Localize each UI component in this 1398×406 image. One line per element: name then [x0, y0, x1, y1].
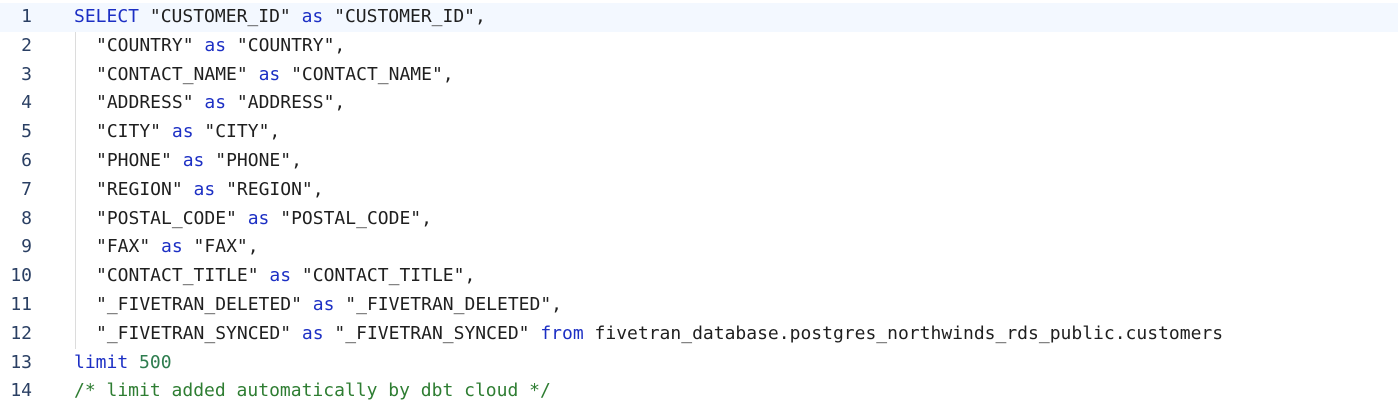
line-number: 9 — [21, 236, 32, 258]
indent-guide — [75, 118, 76, 147]
code-text[interactable]: limit 500 — [74, 349, 172, 378]
plain-token: "CONTACT_NAME", — [280, 63, 454, 85]
code-line[interactable]: 13 limit 500 — [0, 349, 1398, 378]
plain-token: "_FIVETRAN_DELETED", — [334, 293, 563, 315]
code-text[interactable]: "_FIVETRAN_DELETED" as "_FIVETRAN_DELETE… — [96, 291, 562, 320]
keyword-token: from — [540, 322, 584, 344]
plain-token: "CITY" — [96, 121, 172, 143]
line-number: 7 — [21, 178, 32, 200]
indent-guide — [75, 262, 76, 291]
code-line[interactable]: 2 "COUNTRY" as "COUNTRY", — [0, 31, 1398, 61]
plain-token: "ADDRESS", — [226, 92, 346, 114]
code-text[interactable]: "CONTACT_NAME" as "CONTACT_NAME", — [96, 61, 454, 90]
keyword-token: as — [258, 63, 281, 85]
keyword-token: as — [204, 92, 227, 114]
plain-token: "REGION", — [215, 178, 324, 200]
keyword-token: SELECT — [74, 6, 140, 27]
plain-token: "COUNTRY", — [226, 34, 346, 56]
indent-guide — [75, 233, 76, 263]
code-line[interactable]: 7 "REGION" as "REGION", — [0, 175, 1398, 205]
plain-token: "PHONE", — [204, 149, 302, 171]
indent-guide — [75, 60, 76, 90]
code-line[interactable]: 12 "_FIVETRAN_SYNCED" as "_FIVETRAN_SYNCE… — [0, 319, 1398, 349]
plain-token: "REGION" — [96, 178, 194, 200]
code-line[interactable]: 9 "FAX" as "FAX", — [0, 233, 1398, 263]
keyword-token: as — [204, 34, 227, 56]
line-number: 4 — [21, 92, 32, 114]
indent-guide — [75, 146, 76, 176]
plain-token: "PHONE" — [96, 149, 183, 171]
line-number: 10 — [10, 265, 32, 287]
code-line[interactable]: 11 "_FIVETRAN_DELETED" as "_FIVETRAN_DELE… — [0, 290, 1398, 320]
keyword-token: limit — [74, 351, 129, 373]
code-text[interactable]: "CITY" as "CITY", — [96, 118, 280, 147]
comment-token: /* limit added automatically by dbt clou… — [74, 380, 551, 402]
number-token: 500 — [139, 351, 172, 373]
keyword-token: as — [269, 265, 292, 287]
code-text[interactable]: "REGION" as "REGION", — [96, 176, 324, 205]
indent-guide — [75, 204, 76, 234]
code-line[interactable]: 4 "ADDRESS" as "ADDRESS", — [0, 89, 1398, 119]
plain-token: "CONTACT_NAME" — [96, 63, 259, 85]
keyword-token: as — [301, 6, 324, 27]
plain-token: "ADDRESS" — [96, 92, 205, 114]
code-text[interactable]: "COUNTRY" as "COUNTRY", — [96, 32, 345, 61]
line-number: 2 — [21, 34, 32, 56]
indent-guide — [75, 89, 76, 119]
plain-token: "_FIVETRAN_SYNCED" — [323, 322, 541, 344]
plain-token: fivetran_database.postgres_northwinds_rd… — [583, 322, 1224, 344]
line-number: 13 — [10, 351, 32, 373]
code-line[interactable]: 3 "CONTACT_NAME" as "CONTACT_NAME", — [0, 60, 1398, 90]
indent-guide — [75, 319, 76, 349]
code-line[interactable]: 6 "PHONE" as "PHONE", — [0, 146, 1398, 176]
plain-token: "POSTAL_CODE", — [269, 207, 432, 229]
code-line[interactable]: 10 "CONTACT_TITLE" as "CONTACT_TITLE", — [0, 262, 1398, 291]
indent-guide — [75, 290, 76, 320]
code-text[interactable]: "ADDRESS" as "ADDRESS", — [96, 89, 345, 118]
line-number: 8 — [21, 207, 32, 229]
plain-token: "POSTAL_CODE" — [96, 207, 248, 229]
code-text[interactable]: "POSTAL_CODE" as "POSTAL_CODE", — [96, 205, 432, 234]
plain-token: "CONTACT_TITLE", — [291, 265, 476, 287]
line-number: 3 — [21, 63, 32, 85]
keyword-token: as — [171, 121, 194, 143]
code-text[interactable]: SELECT "CUSTOMER_ID" as "CUSTOMER_ID", — [74, 3, 486, 32]
line-number: 5 — [21, 121, 32, 143]
line-number: 11 — [10, 293, 32, 315]
keyword-token: as — [182, 149, 205, 171]
keyword-token: as — [301, 322, 324, 344]
indent-guide — [75, 175, 76, 205]
plain-token: "COUNTRY" — [96, 34, 205, 56]
keyword-token: as — [247, 207, 270, 229]
plain-token: "FAX" — [96, 236, 162, 258]
keyword-token: as — [193, 178, 216, 200]
indent-guide — [75, 31, 76, 61]
sql-code-editor[interactable]: 1 SELECT "CUSTOMER_ID" as "CUSTOMER_ID", 2… — [0, 3, 1398, 406]
plain-token: "CUSTOMER_ID" — [139, 6, 302, 27]
line-number: 1 — [21, 6, 32, 27]
code-line[interactable]: 5 "CITY" as "CITY", — [0, 118, 1398, 147]
plain-token: "CONTACT_TITLE" — [96, 265, 270, 287]
plain-token: "FAX", — [182, 236, 259, 258]
line-number: 6 — [21, 149, 32, 171]
plain-token: "CUSTOMER_ID", — [323, 6, 486, 27]
plain-token: "_FIVETRAN_DELETED" — [96, 293, 313, 315]
code-line[interactable]: 1 SELECT "CUSTOMER_ID" as "CUSTOMER_ID", — [0, 3, 1398, 32]
code-text[interactable]: "CONTACT_TITLE" as "CONTACT_TITLE", — [96, 262, 475, 291]
code-text[interactable]: "PHONE" as "PHONE", — [96, 147, 302, 176]
plain-token: "_FIVETRAN_SYNCED" — [96, 322, 302, 344]
keyword-token: as — [312, 293, 335, 315]
code-line[interactable]: 8 "POSTAL_CODE" as "POSTAL_CODE", — [0, 204, 1398, 234]
plain-token: "CITY", — [193, 121, 281, 143]
line-number: 12 — [10, 322, 32, 344]
keyword-token: as — [161, 236, 183, 258]
code-text[interactable]: "FAX" as "FAX", — [96, 233, 259, 262]
code-text[interactable]: "_FIVETRAN_SYNCED" as "_FIVETRAN_SYNCED"… — [96, 320, 1223, 349]
